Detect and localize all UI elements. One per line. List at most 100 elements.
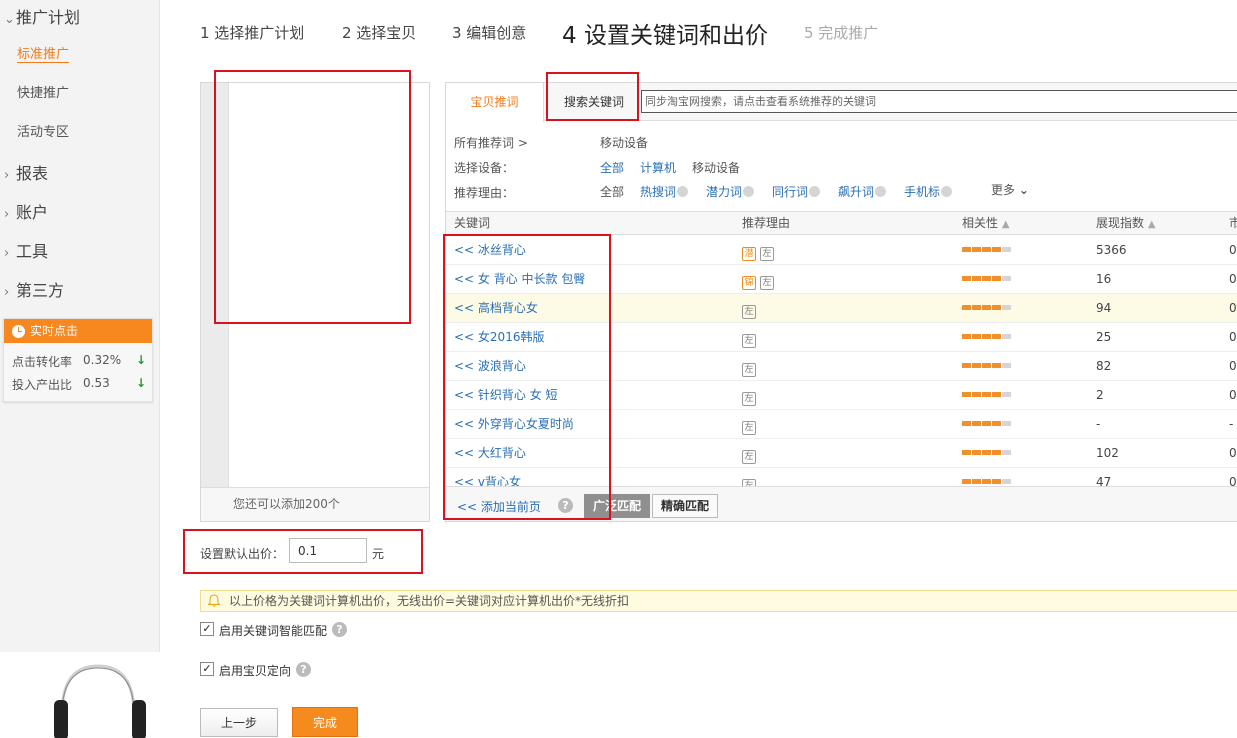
relevance-segment bbox=[1002, 363, 1011, 368]
relevance-segment bbox=[972, 247, 981, 252]
sidebar-item-quick[interactable]: 快捷推广 bbox=[17, 82, 69, 101]
help-icon bbox=[875, 186, 887, 197]
relevance-segment bbox=[992, 479, 1001, 484]
reason-tag: 锦 bbox=[742, 276, 756, 290]
reason-option-all[interactable]: 全部 bbox=[600, 183, 624, 200]
reason-tags: 潜左 bbox=[742, 236, 778, 264]
smart-match-checkbox[interactable]: ✓ bbox=[200, 622, 214, 636]
impression-index: 2 bbox=[1096, 388, 1104, 402]
relevance-segment bbox=[1002, 305, 1011, 310]
column-relevance[interactable]: 相关性 ▲ bbox=[962, 212, 1010, 236]
sidebar-item-account[interactable]: › 账户 bbox=[4, 199, 48, 223]
relevance-segment bbox=[962, 276, 971, 281]
remaining-count: 您还可以添加200个 bbox=[201, 487, 429, 521]
help-icon[interactable]: ? bbox=[332, 622, 347, 637]
relevance-segment bbox=[972, 421, 981, 426]
sidebar-item-standard[interactable]: 标准推广 bbox=[17, 43, 70, 63]
relevance-segment bbox=[962, 479, 971, 484]
relevance-segment bbox=[962, 305, 971, 310]
reason-tags: 左 bbox=[742, 323, 760, 351]
chevron-right-icon: › bbox=[4, 285, 10, 300]
relevance-bar bbox=[962, 392, 1012, 397]
relevance-segment bbox=[1002, 247, 1011, 252]
reason-option-rising[interactable]: 飙升词 bbox=[838, 183, 887, 200]
device-option-mobile[interactable]: 移动设备 bbox=[692, 159, 740, 176]
relevance-segment bbox=[982, 450, 991, 455]
relevance-segment bbox=[972, 276, 981, 281]
step-1: 1 选择推广计划 bbox=[200, 24, 305, 42]
item-targeting-checkbox[interactable]: ✓ bbox=[200, 662, 214, 676]
relevance-segment bbox=[982, 247, 991, 252]
step-indicator: 1 选择推广计划 2 选择宝贝 3 编辑创意 4 设置关键词和出价 5 完成推广 bbox=[200, 16, 878, 49]
previous-step-button[interactable]: 上一步 bbox=[200, 708, 278, 737]
relevance-bar bbox=[962, 276, 1012, 281]
relevance-segment bbox=[1002, 421, 1011, 426]
relevance-segment bbox=[1002, 276, 1011, 281]
impression-index: 94 bbox=[1096, 301, 1112, 315]
smart-match-label: 启用关键词智能匹配 bbox=[219, 624, 328, 638]
column-impression-index[interactable]: 展现指数 ▲ bbox=[1096, 212, 1156, 236]
relevance-segment bbox=[982, 392, 991, 397]
reason-option-mobile[interactable]: 手机标 bbox=[904, 183, 953, 200]
reason-option-hot[interactable]: 热搜词 bbox=[640, 183, 689, 200]
filter-device-label: 选择设备： bbox=[454, 161, 515, 175]
step-5: 5 完成推广 bbox=[804, 24, 879, 42]
relevance-segment bbox=[972, 305, 981, 310]
annotation-box bbox=[214, 70, 411, 324]
relevance-segment bbox=[982, 363, 991, 368]
reason-option-peer[interactable]: 同行词 bbox=[772, 183, 821, 200]
sidebar-item-reports[interactable]: › 报表 bbox=[4, 160, 48, 184]
relevance-segment bbox=[982, 479, 991, 484]
relevance-segment bbox=[992, 421, 1001, 426]
market-value: 0 bbox=[1229, 388, 1237, 402]
realtime-row: 点击转化率 0.32% ↓ bbox=[12, 353, 147, 369]
impression-index: 47 bbox=[1096, 475, 1112, 486]
device-option-all[interactable]: 全部 bbox=[600, 159, 624, 176]
impression-index: 16 bbox=[1096, 272, 1112, 286]
reason-tag: 左 bbox=[742, 421, 756, 435]
relevance-bar bbox=[962, 334, 1012, 339]
tab-item-recommend[interactable]: 宝贝推词 bbox=[446, 83, 544, 122]
realtime-click-title: 实时点击 bbox=[4, 319, 152, 343]
chevron-right-icon: › bbox=[4, 246, 10, 261]
relevance-segment bbox=[1002, 392, 1011, 397]
price-notice: 以上价格为关键词计算机出价，无线出价=关键词对应计算机出价*无线折扣 bbox=[200, 590, 1237, 612]
arrow-down-icon: ↓ bbox=[136, 353, 147, 367]
relevance-segment bbox=[982, 421, 991, 426]
help-icon[interactable]: ? bbox=[296, 662, 311, 677]
market-value: 0 bbox=[1229, 446, 1237, 460]
headset-icon[interactable] bbox=[0, 652, 160, 738]
reason-tags: 锦左 bbox=[742, 265, 778, 293]
finish-button[interactable]: 完成 bbox=[292, 707, 358, 737]
sidebar-item-activity[interactable]: 活动专区 bbox=[17, 121, 69, 140]
relevance-segment bbox=[962, 363, 971, 368]
sidebar-item-thirdparty[interactable]: › 第三方 bbox=[4, 277, 64, 301]
keyword-search-input[interactable] bbox=[641, 90, 1237, 113]
annotation-box bbox=[443, 234, 611, 520]
reason-tags: 左 bbox=[742, 439, 760, 467]
keyword-table-header: 关键词 推荐理由 相关性 ▲ 展现指数 ▲ 市 bbox=[446, 211, 1237, 235]
realtime-click-panel: 实时点击 点击转化率 0.32% ↓ 投入产出比 0.53 ↓ bbox=[3, 318, 153, 402]
filter-all-label[interactable]: 所有推荐词 > bbox=[454, 134, 528, 151]
more-filters-button[interactable]: 更多 ⌄ bbox=[991, 181, 1029, 198]
sidebar-plan-header[interactable]: ⌄推广计划 bbox=[4, 4, 80, 28]
impression-index: 25 bbox=[1096, 330, 1112, 344]
reason-tag: 左 bbox=[760, 276, 774, 290]
device-option-computer[interactable]: 计算机 bbox=[640, 159, 676, 176]
reason-tags: 左 bbox=[742, 381, 760, 409]
relevance-segment bbox=[1002, 334, 1011, 339]
sort-up-icon: ▲ bbox=[1001, 219, 1010, 230]
relevance-segment bbox=[992, 450, 1001, 455]
filter-all-value: 移动设备 bbox=[600, 136, 649, 150]
relevance-segment bbox=[992, 334, 1001, 339]
arrow-down-icon: ↓ bbox=[136, 376, 147, 390]
market-value: 0 bbox=[1229, 301, 1237, 315]
realtime-row: 投入产出比 0.53 ↓ bbox=[12, 376, 147, 392]
help-icon bbox=[677, 186, 689, 197]
impression-index: 102 bbox=[1096, 446, 1119, 460]
sidebar-item-tools[interactable]: › 工具 bbox=[4, 238, 48, 262]
exact-match-button[interactable]: 精确匹配 bbox=[652, 494, 719, 518]
item-targeting-label: 启用宝贝定向 bbox=[219, 664, 292, 678]
chevron-right-icon: › bbox=[4, 207, 10, 222]
reason-option-potential[interactable]: 潜力词 bbox=[706, 183, 755, 200]
